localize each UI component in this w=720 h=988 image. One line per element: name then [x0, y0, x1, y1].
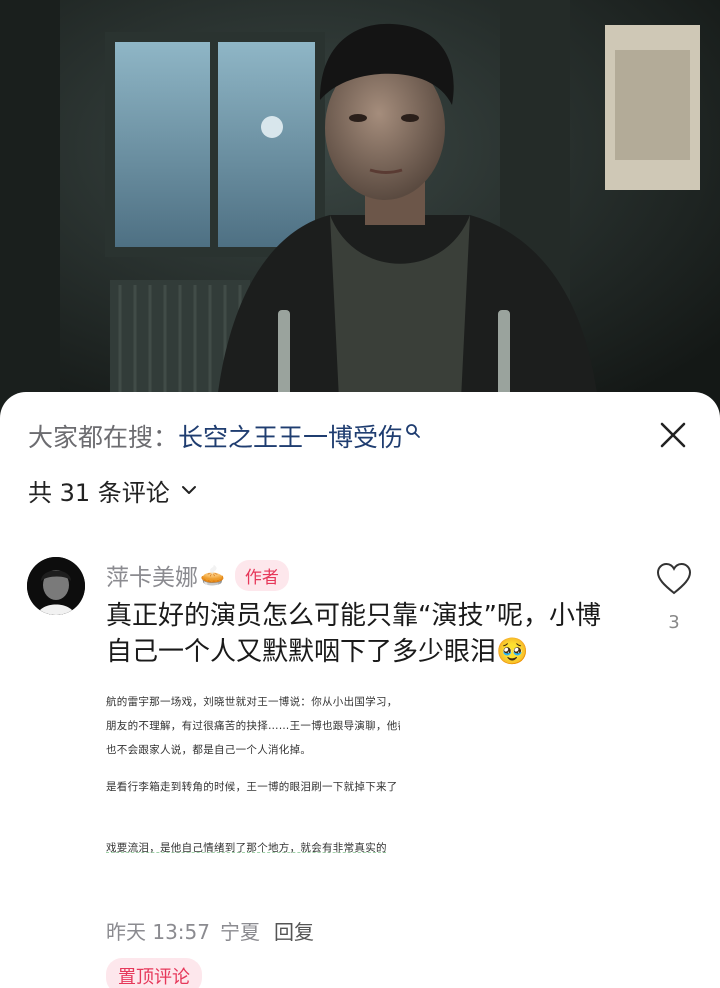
trending-search-label: 大家都在搜： [28, 423, 179, 452]
avatar-image [27, 557, 85, 615]
chevron-down-icon [181, 486, 196, 494]
comments-sheet: 大家都在搜： 长空之王王一博受伤 共 31 条评论 萍卡美娜 🥧 作者 3 真正… [0, 392, 720, 988]
attached-text-line: 是看行李箱走到转角的时候，王一博的眼泪刷一下就掉下来了 [106, 781, 398, 793]
reply-button[interactable]: 回复 [274, 916, 314, 945]
close-icon[interactable] [656, 418, 690, 452]
comment-count-toggle[interactable]: 共 31 条评论 [28, 470, 198, 510]
like-button[interactable]: 3 [654, 562, 694, 633]
comment-date: 昨天 13:57 [106, 920, 210, 944]
comment-location: 宁夏 [220, 920, 260, 944]
avatar[interactable] [27, 557, 85, 615]
comment-username[interactable]: 萍卡美娜 [106, 558, 198, 592]
pinned-comment-badge: 置顶评论 [106, 958, 202, 988]
heart-outline-icon[interactable] [656, 562, 692, 596]
trending-search-term[interactable]: 长空之王王一博受伤 [178, 418, 403, 454]
search-icon [406, 424, 420, 438]
attached-text-line: 戏要流泪，是他自己情绪到了那个地方，就会有非常真实的 [106, 842, 387, 854]
attached-text-line: 航的雷宇那一场戏，刘晓世就对王一博说：你从小出国学习， [106, 696, 398, 708]
comment-text: 真正好的演员怎么可能只靠“演技”呢，小博自己一个人又默默咽下了多少眼泪🥹 [106, 601, 601, 667]
trending-search[interactable]: 大家都在搜： 长空之王王一博受伤 [28, 414, 421, 458]
like-count: 3 [668, 612, 680, 633]
video-frame[interactable] [0, 0, 720, 420]
comment-count: 共 31 条评论 [28, 478, 170, 507]
pie-emoji: 🥧 [200, 563, 225, 587]
comment-meta: 昨天 13:57 宁夏 回复 [106, 916, 314, 945]
attached-text-line: 也不会跟家人说，都是自己一个人消化掉。 [106, 744, 312, 756]
comment-header: 萍卡美娜 🥧 作者 [106, 557, 289, 593]
attached-text-line: 朋友的不理解，有过很痛苦的抉择……王一博也跟导演聊，他都 [106, 720, 400, 732]
author-badge: 作者 [234, 559, 289, 591]
comment-attached-image[interactable]: 航的雷宇那一场戏，刘晓世就对王一博说：你从小出国学习， 朋友的不理解，有过很痛苦… [106, 682, 400, 862]
video-still-illustration [0, 0, 720, 420]
